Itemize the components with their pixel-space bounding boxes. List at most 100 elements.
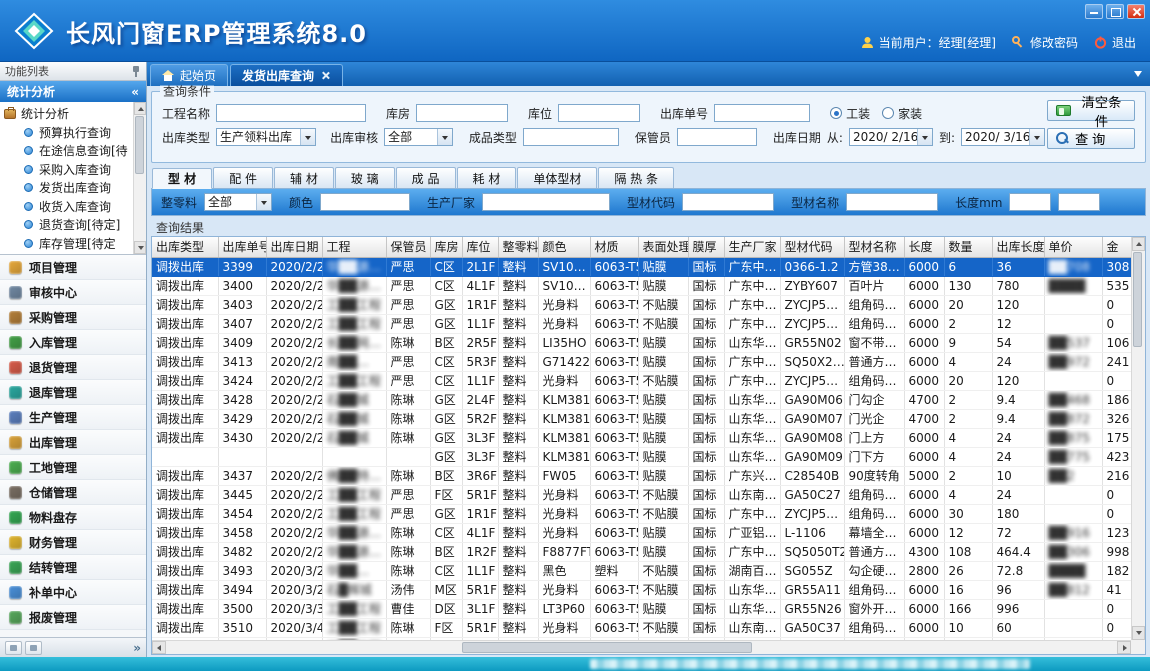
scroll-down-icon[interactable] xyxy=(1132,626,1145,640)
column-header[interactable]: 颜色 xyxy=(538,237,590,257)
material-tab[interactable]: 单体型材 xyxy=(517,167,597,188)
material-tab[interactable]: 隔 热 条 xyxy=(598,167,674,188)
search-button[interactable]: 查 询 xyxy=(1047,128,1135,149)
sidebar-menu-item[interactable]: 出库管理 xyxy=(0,430,146,455)
table-row[interactable]: 调拨出库34072020/2/25工██工程严思G区1L1F整料光身料6063-… xyxy=(152,314,1131,333)
sidebar-menu-item[interactable]: 结转管理 xyxy=(0,555,146,580)
table-row[interactable]: 调拨出库34822020/2/28华██源…陈琳B区1R2F整料F8877FT6… xyxy=(152,542,1131,561)
collapse-icon[interactable]: « xyxy=(131,85,139,99)
sidebar-section-stats[interactable]: 统计分析 « xyxy=(0,81,146,102)
table-row[interactable]: 调拨出库34372020/2/27佛██特…陈琳B区3R6F整料FW056063… xyxy=(152,466,1131,485)
clear-conditions-button[interactable]: 清空条件 xyxy=(1047,100,1135,121)
scroll-up-icon[interactable] xyxy=(1132,237,1145,251)
table-row[interactable]: 调拨出库34452020/2/27工██工程严思F区5R1F整料光身料6063-… xyxy=(152,485,1131,504)
date-from-picker[interactable]: 2020/ 2/16 xyxy=(849,128,933,146)
sidebar-menu-item[interactable]: 生产管理 xyxy=(0,405,146,430)
material-tab[interactable]: 成 品 xyxy=(396,167,456,188)
tree-item[interactable]: 在途信息查询[待 xyxy=(4,142,132,161)
column-header[interactable]: 膜厚 xyxy=(688,237,724,257)
table-row[interactable]: 调拨出库34132020/2/26南██…严思C区5R3F整料G71422606… xyxy=(152,352,1131,371)
tab-list-dropdown-icon[interactable] xyxy=(1134,71,1142,77)
horizontal-scroll-thumb[interactable] xyxy=(462,642,752,653)
vertical-scrollbar[interactable] xyxy=(1131,237,1145,640)
change-password-button[interactable]: 修改密码 xyxy=(1012,34,1078,51)
sidebar-footer-button[interactable] xyxy=(25,641,42,655)
sidebar-menu-item[interactable]: 物料盘存 xyxy=(0,505,146,530)
table-row[interactable]: 调拨出库34292020/2/26石██城陈琳G区5R2F整料KLM381760… xyxy=(152,409,1131,428)
product-type-input[interactable] xyxy=(523,128,619,146)
table-row[interactable]: 调拨出库34932020/3/2华██…陈琳C区1L1F整料黑色塑料不贴膜国标湖… xyxy=(152,561,1131,580)
audit-select[interactable]: 全部 xyxy=(384,128,453,146)
material-tab[interactable]: 配 件 xyxy=(213,167,273,188)
table-row[interactable]: 调拨出库34942020/3/2石█辉城汤伟M区5R1F整料光身料6063-T5… xyxy=(152,580,1131,599)
tree-item[interactable]: 退货查询[待定] xyxy=(4,216,132,235)
chevron-down-icon[interactable] xyxy=(300,129,315,145)
radio-home-icon[interactable] xyxy=(882,107,894,119)
profile-code-input[interactable] xyxy=(682,193,774,211)
location-input[interactable] xyxy=(558,104,640,122)
sidebar-menu-item[interactable]: 入库管理 xyxy=(0,330,146,355)
chevron-down-icon[interactable] xyxy=(437,129,452,145)
column-header[interactable]: 库位 xyxy=(462,237,498,257)
manufacturer-input[interactable] xyxy=(482,193,610,211)
column-header[interactable]: 出库长度 xyxy=(992,237,1044,257)
horizontal-scrollbar[interactable] xyxy=(152,640,1131,654)
radio-workwear-icon[interactable] xyxy=(830,107,842,119)
column-header[interactable]: 保管员 xyxy=(386,237,430,257)
order-no-input[interactable] xyxy=(714,104,810,122)
radio-workwear[interactable]: 工装 xyxy=(830,105,870,122)
column-header[interactable]: 工程 xyxy=(322,237,386,257)
column-header[interactable]: 生产厂家 xyxy=(724,237,780,257)
logout-button[interactable]: 退出 xyxy=(1094,34,1136,51)
tab-start-page[interactable]: 起始页 xyxy=(150,64,228,86)
tree-scrollbar[interactable] xyxy=(133,102,146,254)
sidebar-menu-item[interactable]: 补单中心 xyxy=(0,580,146,605)
column-header[interactable]: 整零料 xyxy=(498,237,538,257)
column-header[interactable]: 长度 xyxy=(904,237,944,257)
column-header[interactable]: 型材名称 xyxy=(844,237,904,257)
tree-item[interactable]: 发货出库查询 xyxy=(4,179,132,198)
table-row[interactable]: 调拨出库35002020/3/3工██工程曹佳D区3L1F整料LT3P60606… xyxy=(152,599,1131,618)
sidebar-expand-button[interactable]: » xyxy=(133,641,141,655)
outbound-type-select[interactable]: 生产领料出库 xyxy=(216,128,316,146)
column-header[interactable]: 出库类型 xyxy=(152,237,218,257)
column-header[interactable]: 数量 xyxy=(944,237,992,257)
table-row[interactable]: 调拨出库34302020/2/26石██城陈琳G区3L3F整料KLM381760… xyxy=(152,428,1131,447)
table-row[interactable]: 调拨出库34002020/2/25华██源…严思C区4L1F整料SV10…606… xyxy=(152,276,1131,295)
pin-icon[interactable] xyxy=(131,65,141,77)
sidebar-menu-item[interactable]: 审核中心 xyxy=(0,280,146,305)
minimize-button[interactable] xyxy=(1085,4,1103,19)
scroll-right-icon[interactable] xyxy=(1117,641,1131,654)
tree-root-stats[interactable]: 统计分析 xyxy=(4,104,132,123)
table-row[interactable]: 调拨出库34242020/2/26工██工程严思C区1L1F整料光身料6063-… xyxy=(152,371,1131,390)
table-row[interactable]: 调拨出库34542020/2/28工██工程严思G区1R1F整料光身料6063-… xyxy=(152,504,1131,523)
sidebar-menu-item[interactable]: 退货管理 xyxy=(0,355,146,380)
table-row[interactable]: 调拨出库34032020/2/25工██工程严思G区1R1F整料光身料6063-… xyxy=(152,295,1131,314)
material-tab[interactable]: 玻 璃 xyxy=(335,167,395,188)
sidebar-menu-item[interactable]: 工地管理 xyxy=(0,455,146,480)
sidebar-footer-button[interactable] xyxy=(5,641,22,655)
tree-item[interactable]: 预算执行查询 xyxy=(4,123,132,142)
warehouse-input[interactable] xyxy=(416,104,508,122)
keeper-input[interactable] xyxy=(677,128,757,146)
table-row[interactable]: 调拨出库33992020/2/25华██源…严思C区2L1F整料SV10…606… xyxy=(152,257,1131,276)
column-header[interactable]: 出库单号 xyxy=(218,237,266,257)
column-header[interactable]: 型材代码 xyxy=(780,237,844,257)
tree-item[interactable]: 采购入库查询 xyxy=(4,160,132,179)
radio-home[interactable]: 家装 xyxy=(882,105,922,122)
chevron-down-icon[interactable] xyxy=(917,129,932,145)
scroll-left-icon[interactable] xyxy=(152,641,166,654)
table-row[interactable]: 调拨出库35102020/3/4工██工程陈琳F区5R1F整料光身料6063-T… xyxy=(152,618,1131,637)
sidebar-menu-item[interactable]: 采购管理 xyxy=(0,305,146,330)
sidebar-menu-item[interactable]: 项目管理 xyxy=(0,255,146,280)
sidebar-menu-item[interactable]: 退库管理 xyxy=(0,380,146,405)
column-header[interactable]: 单价 xyxy=(1044,237,1102,257)
table-row[interactable]: 调拨出库34582020/2/28华██源…陈琳C区4L1F整料光身料6063-… xyxy=(152,523,1131,542)
column-header[interactable]: 出库日期 xyxy=(266,237,322,257)
sidebar-menu-item[interactable]: 财务管理 xyxy=(0,530,146,555)
column-header[interactable]: 金 xyxy=(1102,237,1131,257)
length-to-input[interactable] xyxy=(1058,193,1100,211)
material-tab[interactable]: 耗 材 xyxy=(457,167,517,188)
material-tab[interactable]: 型 材 xyxy=(152,168,212,189)
profile-name-input[interactable] xyxy=(846,193,938,211)
